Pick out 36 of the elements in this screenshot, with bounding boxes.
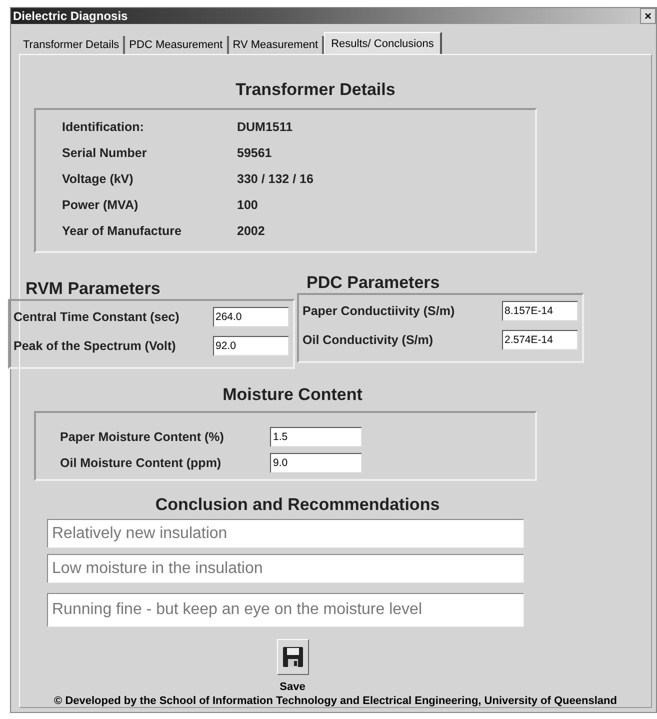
field-label: Identification: — [62, 120, 145, 136]
input-field[interactable]: 8.157E-14 — [502, 301, 578, 321]
window-title: Dielectric Diagnosis — [13, 9, 128, 23]
input-field[interactable]: 264.0 — [212, 307, 288, 327]
conclusion-field[interactable]: Running fine - but keep an eye on the moisture level — [47, 593, 524, 627]
close-button[interactable]: × — [640, 8, 656, 24]
field-label: Central Time Constant (sec) — [14, 310, 180, 324]
save-button[interactable] — [276, 639, 308, 675]
conclusion-field[interactable]: Low moisture in the insulation — [47, 554, 524, 583]
field-label: Serial Number — [62, 146, 148, 162]
field-label: Voltage (kV) — [62, 172, 134, 188]
tab[interactable]: Results/ Conclusions — [324, 32, 442, 54]
footer-text: © Developed by the School of Information Technology and Electrical Engineering, University of Queensland — [54, 695, 617, 707]
input-field[interactable]: 1.5 — [270, 427, 362, 447]
field-label: Peak of the Spectrum (Volt) — [14, 339, 176, 353]
field-value: DUM1511 — [237, 120, 294, 136]
field-value: 2002 — [237, 224, 266, 240]
save-label: Save — [280, 681, 306, 693]
section-heading: PDC Parameters — [306, 273, 441, 293]
field-value: 59561 — [237, 146, 273, 162]
field-label: Year of Manufacture — [62, 224, 182, 240]
conclusion-field[interactable]: Relatively new insulation — [47, 519, 524, 548]
section-heading: Moisture Content — [222, 385, 362, 405]
input-field[interactable]: 9.0 — [270, 453, 362, 473]
input-field[interactable]: 92.0 — [212, 336, 288, 356]
field-label: Paper Moisture Content (%) — [60, 430, 225, 444]
field-label: Oil Moisture Content (ppm) — [60, 456, 222, 470]
field-value: 330 / 132 / 16 — [237, 172, 314, 188]
section-heading: RVM Parameters — [26, 279, 162, 299]
section-heading: Conclusion and Recommendations — [155, 495, 440, 515]
field-label: Power (MVA) — [62, 198, 140, 214]
field-label: Oil Conductivity (S/m) — [302, 333, 434, 347]
field-label: Paper Conductiivity (S/m) — [302, 304, 455, 318]
section-heading: Transformer Details — [236, 80, 396, 100]
input-field[interactable]: 2.574E-14 — [502, 330, 578, 350]
field-value: 100 — [237, 198, 259, 214]
